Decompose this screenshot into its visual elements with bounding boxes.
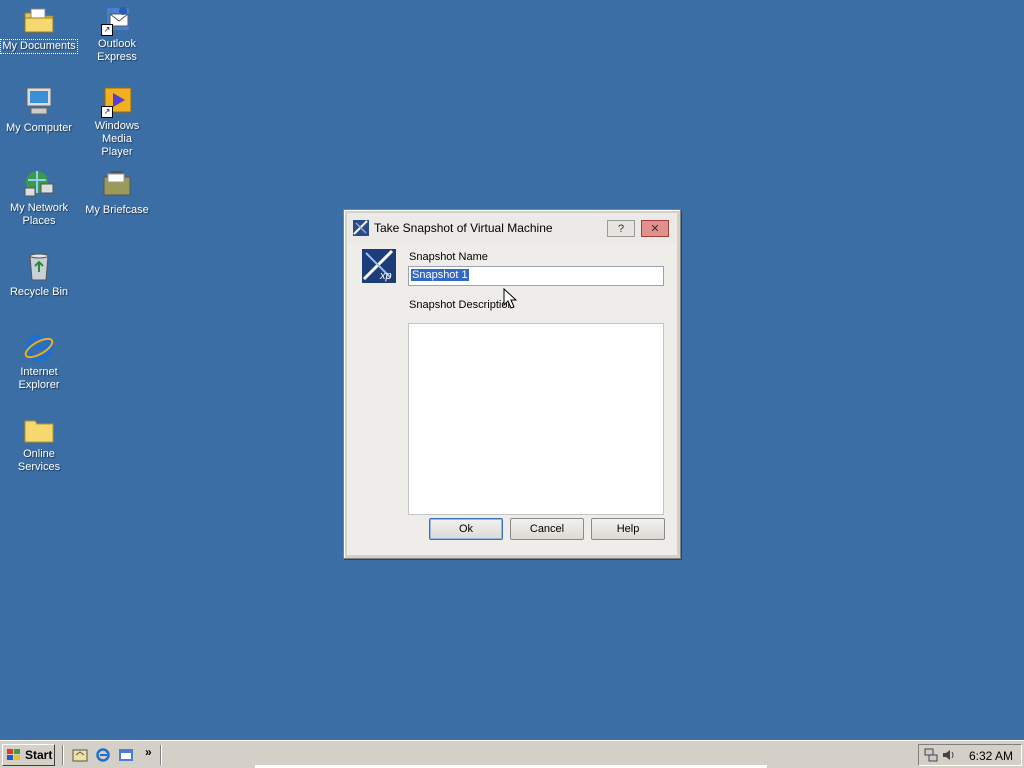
dialog-title: Take Snapshot of Virtual Machine	[374, 221, 553, 235]
my-computer-icon	[23, 86, 55, 118]
desktop-icon-label: Outlook	[98, 38, 136, 50]
help-button[interactable]: Help	[591, 518, 665, 540]
desktop-icon-label-line2: Express	[97, 51, 137, 63]
system-tray: 6:32 AM	[918, 744, 1022, 766]
snapshot-name-input[interactable]: Snapshot 1	[408, 266, 664, 286]
desktop-icon-label-line2: Places	[22, 215, 56, 227]
desktop-icon-label: My Documents	[0, 39, 78, 54]
cancel-button[interactable]: Cancel	[510, 518, 584, 540]
desktop-icon-online-services[interactable]: Online Services	[1, 414, 77, 474]
folder-documents-icon	[23, 4, 55, 36]
windows-flag-icon	[7, 749, 20, 760]
snapshot-name-value: Snapshot 1	[411, 269, 469, 281]
dialog-titlebar[interactable]: Take Snapshot of Virtual Machine ? ✕	[347, 213, 677, 243]
desktop-icon-label: My Computer	[5, 122, 73, 134]
internet-explorer-icon	[23, 332, 55, 364]
desktop-icon-label: My Briefcase	[85, 204, 149, 216]
outlook-express-quicklaunch-icon[interactable]	[118, 747, 134, 763]
taskbar: Start » 6:32 AM	[0, 740, 1024, 768]
internet-explorer-quicklaunch-icon[interactable]	[95, 747, 111, 763]
desktop-icon-my-briefcase[interactable]: My Briefcase	[79, 168, 155, 217]
recycle-bin-icon	[23, 250, 55, 282]
taskbar-separator	[160, 745, 162, 765]
desktop-icon-label: Internet	[20, 366, 58, 378]
desktop-icon-label: My Network	[9, 202, 69, 214]
desktop-icon-my-network-places[interactable]: My Network Places	[1, 168, 77, 228]
desktop-icon-label-line2: Explorer	[18, 379, 60, 391]
network-places-icon	[23, 168, 55, 200]
desktop-icon-my-computer[interactable]: My Computer	[1, 86, 77, 135]
desktop-icon-my-documents[interactable]: My Documents	[0, 4, 78, 54]
taskbar-separator	[62, 745, 64, 765]
shortcut-arrow-icon: ↗	[101, 24, 113, 36]
windows-media-player-icon: ↗	[101, 86, 133, 118]
desktop-icon-recycle-bin[interactable]: Recycle Bin	[1, 250, 77, 299]
outlook-express-icon: ↗	[101, 4, 133, 36]
snapshot-name-label: Snapshot Name	[409, 251, 488, 263]
start-button[interactable]: Start	[2, 744, 55, 766]
clock: 6:32 AM	[968, 749, 1013, 763]
desktop-icon-label: Recycle Bin	[9, 286, 69, 298]
folder-icon	[23, 414, 55, 446]
desktop-icon-outlook-express[interactable]: ↗ Outlook Express	[79, 4, 155, 64]
snapshot-dialog: Take Snapshot of Virtual Machine ? ✕ xp …	[343, 209, 681, 559]
desktop-icon-internet-explorer[interactable]: Internet Explorer	[1, 332, 77, 392]
shortcut-arrow-icon: ↗	[101, 106, 113, 118]
desktop-icon-label: Windows Media	[94, 120, 140, 145]
titlebar-close-button[interactable]: ✕	[641, 220, 669, 237]
ok-button[interactable]: Ok	[429, 518, 503, 540]
briefcase-icon	[101, 168, 133, 200]
volume-icon[interactable]	[941, 747, 957, 763]
svg-text:xp: xp	[379, 270, 392, 282]
titlebar-help-button[interactable]: ?	[607, 220, 635, 237]
show-desktop-icon[interactable]	[72, 747, 88, 763]
start-label: Start	[25, 748, 53, 762]
virtual-pc-icon	[353, 220, 369, 236]
desktop-icon-label-line2: Player	[101, 146, 133, 158]
desktop-icon-label: Online Services	[17, 448, 61, 473]
desktop-icon-windows-media-player[interactable]: ↗ Windows Media Player	[79, 86, 155, 159]
virtual-pc-xp-icon: xp	[362, 249, 396, 283]
network-icon[interactable]	[923, 747, 939, 763]
quicklaunch-more-button[interactable]: »	[145, 745, 152, 759]
mouse-cursor-icon	[503, 288, 517, 309]
snapshot-description-textarea[interactable]	[408, 323, 664, 515]
snapshot-description-label: Snapshot Description	[409, 299, 514, 311]
